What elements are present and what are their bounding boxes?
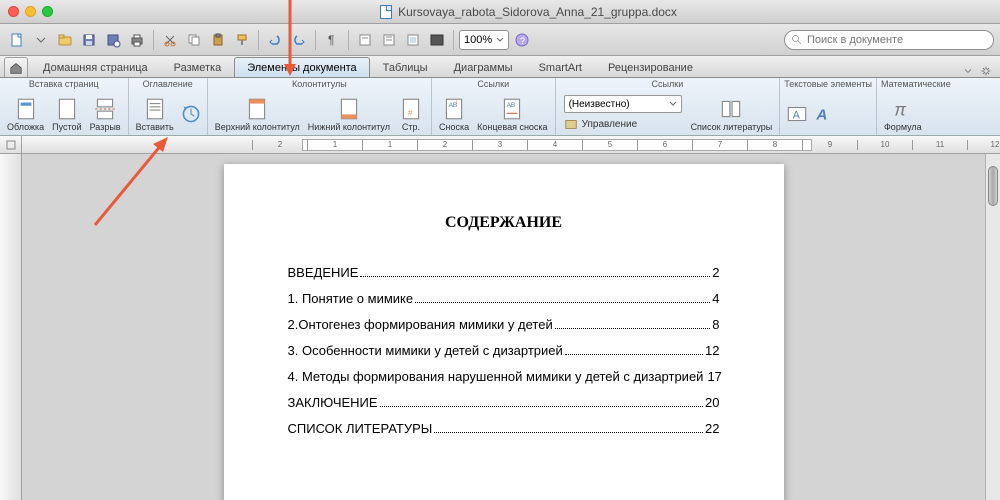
svg-text:¶: ¶: [328, 33, 334, 47]
document-icon: [380, 5, 392, 19]
group-headers: Колонтитулы: [212, 78, 427, 90]
toc-entry: 1. Понятие о мимике4: [288, 286, 720, 312]
save-as-icon[interactable]: [102, 29, 124, 51]
group-text-elems: Текстовые элементы: [784, 78, 872, 90]
group-citations: Ссылки: [560, 78, 776, 90]
help-icon[interactable]: ?: [511, 29, 533, 51]
window-controls: [8, 6, 53, 17]
layout2-icon[interactable]: [378, 29, 400, 51]
tab-review[interactable]: Рецензирование: [595, 57, 706, 77]
svg-text:π: π: [894, 100, 906, 120]
toc-entry: ЗАКЛЮЧЕНИЕ20: [288, 390, 720, 416]
save-icon[interactable]: [78, 29, 100, 51]
zoom-window[interactable]: [42, 6, 53, 17]
group-math: Математические: [881, 78, 951, 90]
page-number-button[interactable]: #Стр.: [395, 92, 427, 136]
tab-document-elements[interactable]: Элементы документа: [234, 57, 369, 77]
page-area[interactable]: СОДЕРЖАНИЕ ВВЕДЕНИЕ21. Понятие о мимике4…: [22, 154, 985, 500]
horizontal-ruler[interactable]: 21123456789101112131415161718: [0, 136, 1000, 154]
manage-sources-button[interactable]: Управление: [564, 115, 682, 133]
toc-entry: 2.Онтогенез формирования мимики у детей8: [288, 312, 720, 338]
citation-style-select[interactable]: (Неизвестно): [564, 95, 682, 113]
search-icon: [791, 34, 803, 46]
print-icon[interactable]: [126, 29, 148, 51]
document-page: СОДЕРЖАНИЕ ВВЕДЕНИЕ21. Понятие о мимике4…: [224, 164, 784, 500]
vertical-scrollbar[interactable]: [985, 154, 1000, 500]
svg-text:?: ?: [520, 36, 525, 46]
search-box[interactable]: [784, 30, 994, 50]
toc-heading: СОДЕРЖАНИЕ: [288, 214, 720, 232]
bibliography-button[interactable]: Список литературы: [688, 92, 776, 136]
toc-entry: 4. Методы формирования нарушенной мимики…: [288, 364, 720, 390]
new-document-icon[interactable]: [6, 29, 28, 51]
pilcrow-icon[interactable]: ¶: [321, 29, 343, 51]
toc-entry: 3. Особенности мимики у детей с дизартри…: [288, 338, 720, 364]
chevron-icon[interactable]: [962, 65, 974, 77]
scroll-thumb[interactable]: [988, 166, 998, 206]
toc-entry: ВВЕДЕНИЕ2: [288, 260, 720, 286]
copy-icon[interactable]: [183, 29, 205, 51]
layout3-icon[interactable]: [402, 29, 424, 51]
page-break-button[interactable]: Разрыв: [87, 92, 124, 136]
open-icon[interactable]: [54, 29, 76, 51]
home-tab-icon[interactable]: [4, 57, 28, 77]
svg-text:A: A: [816, 106, 828, 123]
footer-button[interactable]: Нижний колонтитул: [305, 92, 393, 136]
vertical-ruler[interactable]: [0, 154, 22, 500]
fullscreen-icon[interactable]: [426, 29, 448, 51]
format-painter-icon[interactable]: [231, 29, 253, 51]
gear-icon[interactable]: [980, 65, 992, 77]
quick-toolbar: ¶ 100% ?: [0, 24, 1000, 56]
tab-tables[interactable]: Таблицы: [370, 57, 441, 77]
zoom-control[interactable]: 100%: [459, 30, 509, 50]
header-button[interactable]: Верхний колонтитул: [212, 92, 303, 136]
cut-icon[interactable]: [159, 29, 181, 51]
zoom-value: 100%: [464, 34, 492, 46]
svg-text:#: #: [408, 108, 413, 118]
search-input[interactable]: [807, 34, 987, 46]
paste-icon[interactable]: [207, 29, 229, 51]
group-references: Ссылки: [436, 78, 551, 90]
minimize-window[interactable]: [25, 6, 36, 17]
tab-layout[interactable]: Разметка: [161, 57, 235, 77]
workspace: СОДЕРЖАНИЕ ВВЕДЕНИЕ21. Понятие о мимике4…: [0, 154, 1000, 500]
svg-text:A: A: [793, 109, 801, 121]
textbox-button[interactable]: A: [784, 92, 810, 136]
cover-page-button[interactable]: Обложка: [4, 92, 47, 136]
group-toc: Оглавление: [133, 78, 203, 90]
dropdown-icon[interactable]: [30, 29, 52, 51]
blank-page-button[interactable]: Пустой: [49, 92, 84, 136]
wordart-button[interactable]: A: [812, 92, 838, 136]
group-page-insert: Вставка страниц: [4, 78, 124, 90]
tab-charts[interactable]: Диаграммы: [441, 57, 526, 77]
toc-update-button[interactable]: [179, 92, 203, 136]
close-window[interactable]: [8, 6, 19, 17]
tab-smartart[interactable]: SmartArt: [526, 57, 595, 77]
toc-entry: СПИСОК ЛИТЕРАТУРЫ22: [288, 416, 720, 442]
footnote-button[interactable]: AB1Сноска: [436, 92, 472, 136]
ruler-corner[interactable]: [0, 136, 22, 154]
toc-insert-button[interactable]: Вставить: [133, 92, 177, 136]
undo-icon[interactable]: [264, 29, 286, 51]
redo-icon[interactable]: [288, 29, 310, 51]
document-filename: Kursovaya_rabota_Sidorova_Anna_21_gruppa…: [398, 5, 677, 19]
titlebar: Kursovaya_rabota_Sidorova_Anna_21_gruppa…: [0, 0, 1000, 24]
tab-home-page[interactable]: Домашняя страница: [30, 57, 161, 77]
endnote-button[interactable]: ABКонцевая сноска: [474, 92, 550, 136]
ribbon: Вставка страниц Обложка Пустой Разрыв Ог…: [0, 78, 1000, 136]
window-title: Kursovaya_rabota_Sidorova_Anna_21_gruppa…: [65, 5, 992, 19]
equation-button[interactable]: πФормула: [881, 92, 925, 136]
table-of-contents: ВВЕДЕНИЕ21. Понятие о мимике42.Онтогенез…: [288, 260, 720, 442]
ribbon-tabs: Домашняя страница Разметка Элементы доку…: [0, 56, 1000, 78]
layout1-icon[interactable]: [354, 29, 376, 51]
svg-text:AB: AB: [507, 102, 516, 109]
